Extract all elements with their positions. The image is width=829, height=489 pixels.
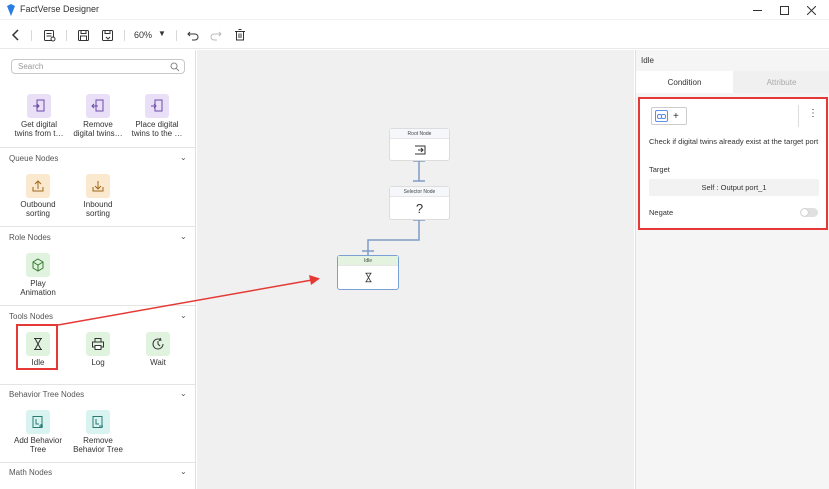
minimize-icon[interactable] (748, 2, 766, 18)
root-node-icon (390, 139, 449, 160)
root-node-title: Root Node (390, 129, 449, 139)
node-place-digital-twins[interactable]: Place digital twins to the … (126, 94, 188, 138)
root-node[interactable]: Root Node (389, 128, 450, 161)
section-title-role[interactable]: Role Nodes (9, 233, 51, 242)
toolbar-divider (176, 30, 177, 41)
toolbar-divider (66, 30, 67, 41)
idle-highlight-box (16, 324, 58, 370)
close-icon[interactable] (802, 2, 820, 18)
node-wait[interactable]: Wait (127, 332, 189, 367)
place-twins-icon (145, 94, 169, 118)
search-input[interactable]: Search (11, 59, 185, 74)
add-condition-button[interactable]: + (673, 111, 679, 122)
question-icon: ? (415, 200, 424, 216)
condition-chip[interactable] (655, 110, 668, 122)
zoom-level[interactable]: 60% (134, 30, 152, 40)
app-title: FactVerse Designer (20, 4, 100, 14)
node-add-behavior-tree[interactable]: Add Behavior Tree (7, 410, 69, 454)
search-placeholder: Search (18, 62, 44, 71)
app-logo-icon (7, 4, 15, 16)
properties-panel: Idle Condition Attribute + ⋮ Check if di… (635, 50, 829, 489)
chevron-down-icon[interactable]: ⌄ (180, 232, 187, 241)
idle-node-title: Idle (338, 256, 398, 266)
properties-icon[interactable] (41, 27, 57, 43)
node-log[interactable]: Log (67, 332, 129, 367)
clock-icon (146, 332, 170, 356)
printer-icon (86, 332, 110, 356)
selector-node[interactable]: Selector Node ? (389, 186, 450, 220)
undo-icon[interactable] (185, 27, 201, 43)
tab-condition[interactable]: Condition (636, 71, 733, 93)
section-divider (0, 226, 195, 227)
search-icon (170, 62, 180, 72)
selector-node-title: Selector Node (390, 187, 449, 197)
delete-icon[interactable] (232, 27, 248, 43)
section-title-math[interactable]: Math Nodes (9, 468, 52, 477)
get-twins-icon (27, 94, 51, 118)
toggle-knob (801, 209, 808, 216)
toolbar-divider (31, 30, 32, 41)
chevron-down-icon[interactable]: ⌄ (180, 467, 187, 476)
condition-toolbar: + (651, 107, 687, 125)
redo-icon[interactable] (208, 27, 224, 43)
divider (798, 105, 799, 127)
add-tree-icon (26, 410, 50, 434)
chevron-down-icon[interactable]: ▼ (158, 29, 166, 38)
tab-attribute[interactable]: Attribute (733, 71, 829, 93)
outbound-icon (26, 174, 50, 198)
toolbar: 60% ▼ (0, 22, 829, 49)
remove-twins-icon (86, 94, 110, 118)
target-label: Target (649, 165, 670, 174)
node-play-animation[interactable]: Play Animation (7, 253, 69, 297)
condition-card: + ⋮ Check if digital twins already exist… (638, 97, 828, 230)
section-divider (0, 147, 195, 148)
negate-toggle[interactable] (800, 208, 818, 217)
section-title-behavior-tree[interactable]: Behavior Tree Nodes (9, 390, 84, 399)
node-outbound-sorting[interactable]: Outbound sorting (7, 174, 69, 218)
section-divider (0, 384, 195, 385)
link-icon (657, 113, 666, 119)
condition-description: Check if digital twins already exist at … (649, 137, 819, 146)
node-inbound-sorting[interactable]: Inbound sorting (67, 174, 129, 218)
section-divider (0, 462, 195, 463)
save-as-icon[interactable] (99, 27, 115, 43)
play-animation-icon (26, 253, 50, 277)
graph-canvas[interactable]: Root Node Selector Node ? Idle (197, 50, 634, 489)
node-library-panel: Search Get digital twins from t… Remove … (0, 50, 196, 489)
node-remove-behavior-tree[interactable]: Remove Behavior Tree (67, 410, 129, 454)
back-icon[interactable] (8, 27, 24, 43)
chevron-down-icon[interactable]: ⌄ (180, 311, 187, 320)
target-field[interactable]: Self : Output port_1 (649, 179, 819, 196)
maximize-icon[interactable] (775, 2, 793, 18)
inbound-icon (86, 174, 110, 198)
save-icon[interactable] (75, 27, 91, 43)
node-get-digital-twins[interactable]: Get digital twins from t… (8, 94, 70, 138)
panel-title: Idle (641, 56, 654, 65)
node-remove-digital-twins[interactable]: Remove digital twins… (67, 94, 129, 138)
section-title-queue[interactable]: Queue Nodes (9, 154, 58, 163)
title-bar: FactVerse Designer (0, 0, 829, 20)
idle-node[interactable]: Idle (337, 255, 399, 290)
hourglass-icon (338, 266, 398, 289)
chevron-down-icon[interactable]: ⌄ (180, 153, 187, 162)
remove-tree-icon (86, 410, 110, 434)
toolbar-divider (124, 30, 125, 41)
section-divider (0, 305, 195, 306)
section-title-tools[interactable]: Tools Nodes (9, 312, 53, 321)
negate-label: Negate (649, 208, 674, 217)
chevron-down-icon[interactable]: ⌄ (180, 389, 187, 398)
connector-lines (362, 160, 425, 255)
more-options-icon[interactable]: ⋮ (808, 108, 818, 119)
